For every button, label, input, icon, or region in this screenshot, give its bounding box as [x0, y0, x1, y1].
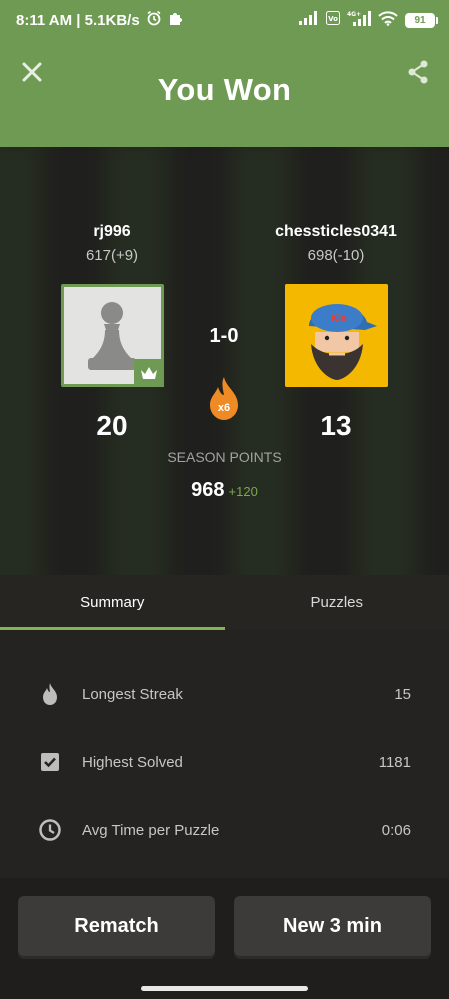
bottom-actions: Rematch New 3 min: [0, 878, 449, 999]
tab-puzzles[interactable]: Puzzles: [225, 575, 449, 630]
player-left-rating: 617(+9): [85, 247, 139, 264]
flame-icon: [38, 682, 62, 706]
stat-value: 1181: [378, 753, 411, 771]
result-tabs: Summary Puzzles: [0, 575, 449, 630]
stat-row-highest-solved: Highest Solved 1181: [0, 742, 449, 782]
battery-icon: 91: [405, 12, 438, 28]
status-time: 8:11 AM | 5.1KB/s: [16, 11, 140, 29]
streak-flame-icon: [206, 375, 242, 421]
battery-level: 91: [414, 14, 426, 26]
player-right-name: chessticles0341: [275, 223, 397, 240]
player-right-points: 13: [320, 410, 352, 441]
stat-label: Highest Solved: [82, 753, 183, 771]
crown-icon: [141, 367, 157, 379]
season-points-label: SEASON POINTS: [167, 449, 282, 465]
volte-icon: Vo: [326, 11, 340, 29]
status-left: 8:11 AM | 5.1KB/s: [16, 10, 183, 30]
share-icon: [408, 60, 428, 84]
clock-icon: [38, 818, 62, 842]
status-bar: 8:11 AM | 5.1KB/s Vo 4G+ 91: [0, 0, 449, 40]
player-right-avatar[interactable]: Kla: [285, 284, 388, 387]
stat-label: Avg Time per Puzzle: [82, 821, 220, 839]
player-left-name: rj996: [93, 223, 131, 240]
svg-text:Kla: Kla: [331, 314, 347, 324]
signal-icon: [299, 11, 319, 29]
stat-value: 0:06: [381, 821, 411, 839]
stat-label: Longest Streak: [82, 685, 183, 703]
stat-row-longest-streak: Longest Streak 15: [0, 674, 449, 714]
stat-row-avg-time: Avg Time per Puzzle 0:06: [0, 810, 449, 850]
alarm-icon: [146, 10, 162, 30]
player-right-rating: 698(-10): [307, 247, 365, 264]
streak-multiplier: x6: [217, 402, 231, 414]
season-points-value: 968: [191, 479, 225, 501]
new-game-button[interactable]: New 3 min: [234, 896, 431, 956]
network-type-text: 4G+: [347, 11, 361, 18]
rematch-button[interactable]: Rematch: [18, 896, 215, 956]
status-right: Vo 4G+ 91: [299, 10, 438, 30]
winner-crown-badge: [134, 359, 164, 387]
player-left-points: 20: [96, 410, 128, 441]
season-points-delta: +120: [228, 484, 258, 499]
network-type-icon: 4G+: [347, 10, 371, 30]
stat-value: 15: [394, 685, 411, 703]
wifi-icon: [378, 10, 398, 30]
result-header: You Won: [0, 40, 449, 147]
checkbox-icon: [38, 750, 62, 774]
player-left-avatar[interactable]: [61, 284, 164, 387]
puzzle-icon: [168, 11, 183, 30]
share-button[interactable]: [407, 60, 429, 84]
result-title: You Won: [157, 72, 292, 107]
tab-summary[interactable]: Summary: [0, 575, 225, 630]
bearded-man-avatar-icon: Kla: [285, 284, 388, 387]
svg-text:Vo: Vo: [328, 15, 338, 23]
season-points-total: 968 +120: [0, 479, 449, 502]
home-indicator[interactable]: [141, 986, 308, 991]
match-score: 1-0: [209, 325, 239, 347]
summary-panel: Longest Streak 15 Highest Solved 1181 Av…: [0, 630, 449, 898]
